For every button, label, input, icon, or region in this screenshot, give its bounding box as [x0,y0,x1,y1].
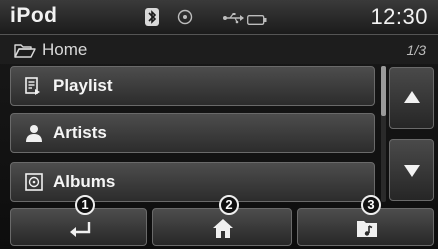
callout-1: 1 [75,195,95,215]
disc-icon [177,9,193,30]
app-title: iPod [10,4,58,27]
album-icon [25,173,43,196]
path-bar: Home 1/3 [0,35,438,64]
scroll-up-button[interactable] [389,67,434,129]
bottom-bar: 1 2 3 [0,195,438,249]
artist-icon [25,124,43,148]
status-bar: iPod 12:30 [0,0,438,35]
list-item-albums[interactable]: Albums [10,162,375,202]
folder-icon [14,43,36,63]
battery-icon [247,12,267,30]
playlist-icon [25,77,41,101]
list-item-label: Albums [53,172,116,191]
home-button[interactable]: 2 [152,195,292,246]
scrollbar[interactable] [381,66,386,202]
page-indicator: 1/3 [406,42,426,58]
bluetooth-icon [145,8,159,31]
callout-3: 3 [361,195,381,215]
triangle-up-icon [403,90,421,109]
list-item-playlist[interactable]: Playlist [10,66,375,106]
list-item-artists[interactable]: Artists [10,113,375,153]
triangle-down-icon [403,164,421,183]
callout-2: 2 [219,195,239,215]
clock: 12:30 [370,4,428,29]
return-icon [68,218,92,243]
ipod-screen: iPod 12:30 Home 1/3 Playlist Artists Alb… [0,0,438,249]
scrollbar-thumb[interactable] [381,66,386,116]
list-item-label: Playlist [53,76,113,95]
music-folder-icon [356,218,378,243]
list-item-label: Artists [53,123,107,142]
scroll-down-button[interactable] [389,139,434,201]
music-folder-button[interactable]: 3 [297,195,434,246]
path-label: Home [42,40,88,59]
usb-icon [223,11,245,29]
back-button[interactable]: 1 [10,195,147,246]
home-icon [211,216,235,245]
